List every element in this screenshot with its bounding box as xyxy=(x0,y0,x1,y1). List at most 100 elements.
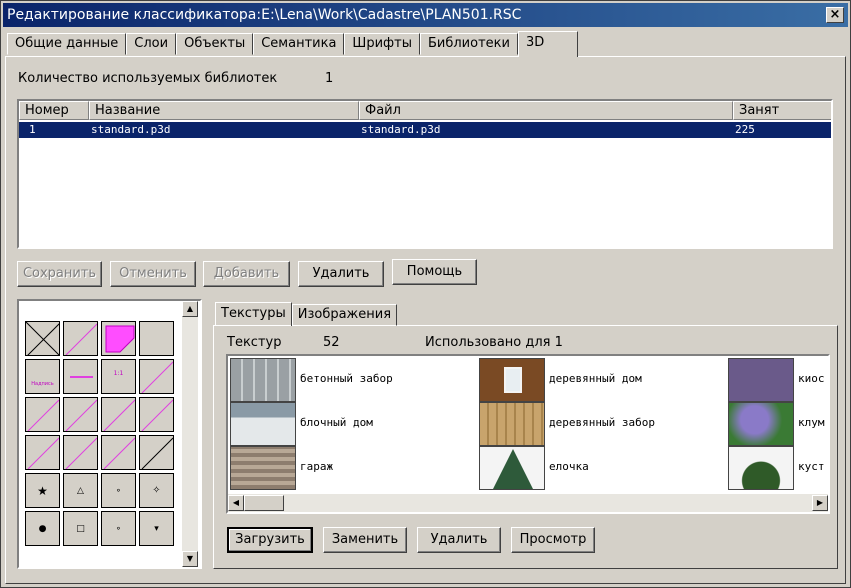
libraries-table[interactable]: Номер Название Файл Занят 1 standard.p3d… xyxy=(17,99,833,249)
texture-name: куст xyxy=(798,460,825,473)
palette-cell-down-triangle[interactable]: ▾ xyxy=(139,511,174,546)
triangle-icon: △ xyxy=(77,485,84,496)
palette-cell-line[interactable] xyxy=(63,321,98,356)
garage-thumbnail xyxy=(230,446,296,490)
diagonal-line-icon xyxy=(65,437,97,469)
row-file: standard.p3d xyxy=(361,123,441,136)
texture-name: киос xyxy=(798,372,825,385)
column-header-file[interactable]: Файл xyxy=(359,101,733,120)
palette-vertical-scrollbar[interactable]: ▲ ▼ xyxy=(182,301,198,567)
palette-cell-empty-cross[interactable] xyxy=(25,321,60,356)
palette-cell-label[interactable]: Надпись xyxy=(25,359,60,394)
square-icon: □ xyxy=(76,523,85,534)
palette-cell-polygon[interactable] xyxy=(101,321,136,356)
column-header-number[interactable]: Номер xyxy=(19,101,89,120)
palette-cell-scale[interactable]: 1:1 xyxy=(101,359,136,394)
cross-icon xyxy=(26,322,59,355)
column-header-used[interactable]: Занят xyxy=(733,101,831,120)
close-icon[interactable]: × xyxy=(826,7,844,23)
scroll-down-icon[interactable]: ▼ xyxy=(182,551,198,567)
library-count-label: Количество используемых библиотек xyxy=(18,71,278,86)
ring-icon: ∘ xyxy=(115,523,122,534)
palette-cell-dot[interactable]: ● xyxy=(25,511,60,546)
palette-cell-line-6[interactable] xyxy=(139,397,174,432)
tab-3d[interactable]: 3D xyxy=(517,31,578,57)
horizontal-line-icon xyxy=(70,376,93,378)
table-row[interactable]: 1 standard.p3d standard.p3d 225 xyxy=(19,122,831,138)
diagonal-line-icon xyxy=(65,399,97,431)
fir-tree-thumbnail xyxy=(479,446,545,490)
symbol-palette[interactable]: Надпись 1:1 ★ △ ∘ ✧ ● □ ∘ ▾ ▲ ▼ xyxy=(17,299,202,569)
load-texture-button[interactable]: Загрузить xyxy=(227,527,313,553)
diagonal-line-icon xyxy=(65,323,97,355)
scroll-left-icon[interactable]: ◀ xyxy=(228,495,244,511)
add-button[interactable]: Добавить xyxy=(203,261,290,287)
wooden-fence-thumbnail xyxy=(479,402,545,446)
delete-texture-button[interactable]: Удалить xyxy=(417,527,501,553)
library-count-value: 1 xyxy=(325,71,334,86)
kiosk-thumbnail xyxy=(728,358,794,402)
palette-cell-line-black[interactable] xyxy=(139,435,174,470)
scale-label-icon: 1:1 xyxy=(113,370,124,377)
texture-used-label: Использовано для 1 xyxy=(425,335,563,350)
replace-texture-button[interactable]: Заменить xyxy=(323,527,407,553)
scroll-right-icon[interactable]: ▶ xyxy=(812,495,828,511)
save-button[interactable]: Сохранить xyxy=(17,261,102,287)
texture-name: деревянный забор xyxy=(549,416,655,429)
scroll-thumb[interactable] xyxy=(244,495,284,511)
text-label-icon: Надпись xyxy=(31,381,54,387)
concrete-fence-thumbnail xyxy=(230,358,296,402)
tab-textures[interactable]: Текстуры xyxy=(215,302,292,326)
palette-cell-line-8[interactable] xyxy=(63,435,98,470)
help-button[interactable]: Помощь xyxy=(392,259,477,285)
tab-objects[interactable]: Объекты xyxy=(176,33,254,55)
diagonal-line-icon xyxy=(141,399,173,431)
palette-cell-line-7[interactable] xyxy=(25,435,60,470)
block-house-thumbnail xyxy=(230,402,296,446)
texture-name: клум xyxy=(798,416,825,429)
palette-cell-star[interactable]: ★ xyxy=(25,473,60,508)
texture-name: деревянный дом xyxy=(549,372,642,385)
delete-library-button[interactable]: Удалить xyxy=(298,261,384,287)
texture-horizontal-scrollbar[interactable]: ◀ ▶ xyxy=(228,494,828,512)
palette-cell-hline[interactable] xyxy=(63,359,98,394)
tab-fonts[interactable]: Шрифты xyxy=(344,33,420,55)
tab-images[interactable]: Изображения xyxy=(291,304,398,326)
star-icon: ★ xyxy=(37,483,48,498)
palette-cell-triangle[interactable]: △ xyxy=(63,473,98,508)
small-circle-icon: ∘ xyxy=(115,485,122,496)
palette-cell-line-4[interactable] xyxy=(63,397,98,432)
column-header-name[interactable]: Название xyxy=(89,101,359,120)
filled-polygon-icon xyxy=(105,325,135,353)
tab-semantics[interactable]: Семантика xyxy=(253,33,345,55)
palette-cell-line-5[interactable] xyxy=(101,397,136,432)
view-texture-button[interactable]: Просмотр xyxy=(511,527,595,553)
title-bar[interactable]: Редактирование классификатора:E:\Lena\Wo… xyxy=(3,3,848,27)
palette-cell-line-9[interactable] xyxy=(101,435,136,470)
palette-cell-line-3[interactable] xyxy=(25,397,60,432)
row-number: 1 xyxy=(29,123,36,136)
palette-cell-line-2[interactable] xyxy=(139,359,174,394)
texture-count-label: Текстур xyxy=(227,335,282,350)
scroll-up-icon[interactable]: ▲ xyxy=(182,301,198,317)
palette-cell-circle[interactable]: ∘ xyxy=(101,473,136,508)
texture-list[interactable]: бетонный забор блочный дом гараж деревян… xyxy=(226,354,830,514)
tab-libraries[interactable]: Библиотеки xyxy=(419,33,518,55)
palette-cell-square[interactable]: □ xyxy=(63,511,98,546)
diagonal-line-icon xyxy=(27,399,59,431)
flowerbed-thumbnail xyxy=(728,402,794,446)
diagonal-line-icon xyxy=(27,437,59,469)
texture-name: елочка xyxy=(549,460,589,473)
texture-name: бетонный забор xyxy=(300,372,393,385)
inner-tabs: Текстуры Изображения xyxy=(215,302,398,326)
palette-cell-diamond[interactable]: ✧ xyxy=(139,473,174,508)
diagonal-line-icon xyxy=(141,361,173,393)
diagonal-line-icon xyxy=(103,399,135,431)
tab-general[interactable]: Общие данные xyxy=(7,33,127,55)
texture-name: блочный дом xyxy=(300,416,373,429)
palette-cell-ring[interactable]: ∘ xyxy=(101,511,136,546)
down-triangle-icon: ▾ xyxy=(154,523,159,534)
tab-layers[interactable]: Слои xyxy=(126,33,177,55)
cancel-button[interactable]: Отменить xyxy=(110,261,196,287)
palette-cell-blank[interactable] xyxy=(139,321,174,356)
